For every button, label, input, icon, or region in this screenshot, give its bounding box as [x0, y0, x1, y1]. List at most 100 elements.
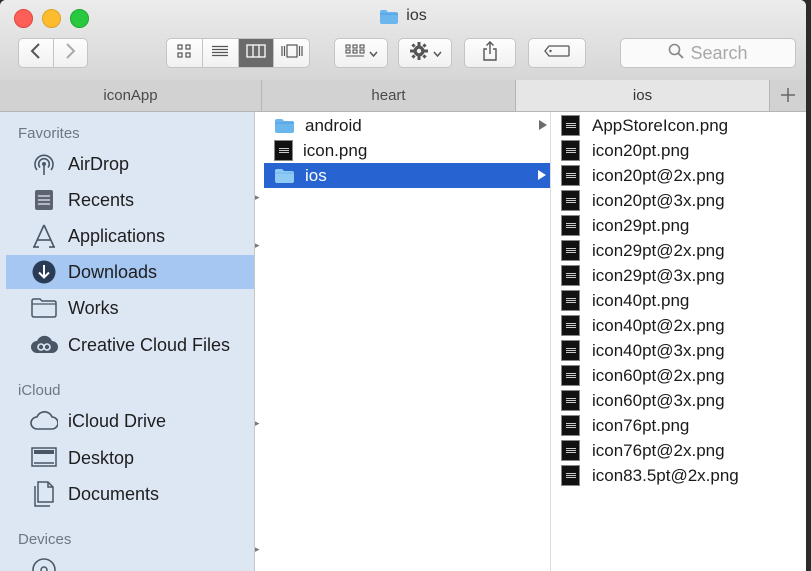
sidebar-item-works[interactable]: Works	[6, 291, 254, 325]
sidebar-item-creative-cloud-files[interactable]: Creative Cloud Files	[6, 328, 254, 362]
arrange-button[interactable]	[334, 38, 388, 68]
image-thumbnail-icon	[561, 265, 580, 286]
column-view-button[interactable]	[238, 39, 275, 67]
sidebar-item-desktop[interactable]: Desktop	[6, 441, 254, 475]
column-resize-handle[interactable]: ▸	[255, 418, 260, 429]
file-name: icon76pt@2x.png	[592, 440, 725, 460]
browser-column-2: AppStoreIcon.png icon20pt.png icon20pt@2…	[551, 112, 806, 571]
file-name: AppStoreIcon.png	[592, 115, 729, 135]
list-item-selected[interactable]: ios	[264, 163, 550, 188]
gallery-view-button[interactable]	[274, 39, 309, 67]
edit-tags-button[interactable]	[528, 38, 586, 68]
window-title: ios	[406, 7, 427, 24]
list-item[interactable]: icon76pt.png	[551, 413, 806, 438]
share-button[interactable]	[464, 38, 516, 68]
image-thumbnail-icon	[561, 340, 580, 361]
sidebar-item-applications[interactable]: Applications	[6, 219, 254, 253]
sidebar-item-airdrop[interactable]: AirDrop	[6, 147, 254, 181]
tab-iconapp[interactable]: iconApp	[0, 80, 262, 111]
tab-label: ios	[632, 87, 653, 104]
gallery-icon	[280, 43, 304, 63]
image-thumbnail-icon	[561, 415, 580, 436]
column-resize-handle[interactable]: ▸	[255, 544, 260, 555]
list-item[interactable]: icon83.5pt@2x.png	[551, 463, 806, 488]
image-thumbnail-icon	[561, 290, 580, 311]
chevron-right-icon	[64, 42, 76, 64]
sidebar-section-devices: Devices	[18, 531, 72, 548]
image-thumbnail-icon	[561, 165, 580, 186]
chevron-down-icon	[368, 44, 378, 62]
sidebar-item-label: Creative Cloud Files	[68, 334, 231, 355]
sidebar-item-device[interactable]	[6, 553, 254, 571]
sidebar-item-downloads[interactable]: Downloads	[6, 255, 254, 289]
sidebar-section-favorites: Favorites	[18, 125, 80, 142]
image-thumbnail-icon	[561, 440, 580, 461]
list-item[interactable]: icon20pt@2x.png	[551, 163, 806, 188]
column-resize-handle[interactable]: ▸	[255, 192, 260, 203]
image-thumbnail-icon	[561, 140, 580, 161]
file-name: ios	[305, 165, 327, 185]
list-item[interactable]: icon40pt.png	[551, 288, 806, 313]
folder-icon	[274, 168, 295, 184]
chevron-down-icon	[432, 44, 442, 62]
folder-icon	[30, 295, 58, 321]
list-item[interactable]: icon.png	[255, 138, 551, 163]
file-name: icon20pt.png	[592, 140, 690, 160]
list-item[interactable]: icon29pt.png	[551, 213, 806, 238]
tab-heart[interactable]: heart	[262, 80, 516, 111]
icon-view-button[interactable]	[167, 39, 203, 67]
plus-icon	[780, 82, 796, 110]
creative-cloud-icon	[30, 332, 58, 358]
list-item[interactable]: icon29pt@2x.png	[551, 238, 806, 263]
sidebar-item-documents[interactable]: Documents	[6, 477, 254, 511]
list-item[interactable]: icon60pt@3x.png	[551, 388, 806, 413]
applications-icon	[30, 223, 58, 249]
disclosure-arrow-icon	[538, 170, 546, 180]
image-thumbnail-icon	[561, 215, 580, 236]
image-thumbnail-icon	[274, 140, 293, 161]
new-tab-button[interactable]	[770, 80, 806, 111]
list-item[interactable]: icon20pt.png	[551, 138, 806, 163]
chevron-left-icon	[30, 42, 42, 64]
recents-icon	[30, 187, 58, 213]
file-name: icon40pt.png	[592, 290, 690, 310]
sidebar-item-label: Recents	[68, 189, 135, 210]
image-thumbnail-icon	[561, 365, 580, 386]
file-name: icon60pt@3x.png	[592, 390, 725, 410]
list-item[interactable]: icon40pt@3x.png	[551, 338, 806, 363]
file-name: icon20pt@3x.png	[592, 190, 725, 210]
gear-icon	[409, 41, 429, 66]
file-name: icon40pt@3x.png	[592, 340, 725, 360]
list-item[interactable]: icon76pt@2x.png	[551, 438, 806, 463]
list-view-button[interactable]	[203, 39, 239, 67]
list-item[interactable]: icon60pt@2x.png	[551, 363, 806, 388]
sidebar-section-icloud: iCloud	[18, 382, 61, 399]
tab-ios[interactable]: ios	[516, 80, 770, 111]
list-item[interactable]: icon20pt@3x.png	[551, 188, 806, 213]
sidebar-item-icloud-drive[interactable]: iCloud Drive	[6, 404, 254, 438]
forward-button[interactable]	[54, 39, 88, 67]
sidebar: Favorites AirDrop Recents Applications D…	[0, 112, 255, 571]
action-button[interactable]	[398, 38, 452, 68]
back-button[interactable]	[19, 39, 54, 67]
image-thumbnail-icon	[561, 190, 580, 211]
file-name: icon.png	[303, 140, 368, 160]
disc-icon	[30, 557, 58, 571]
window-title-area: ios	[0, 7, 806, 29]
arrange-icon	[344, 43, 365, 63]
sidebar-item-recents[interactable]: Recents	[6, 183, 254, 217]
columns-icon	[246, 43, 266, 63]
list-item[interactable]: AppStoreIcon.png	[551, 113, 806, 138]
title-bar: ios Search	[0, 0, 806, 81]
view-mode-control	[166, 38, 310, 68]
list-item[interactable]: icon29pt@3x.png	[551, 263, 806, 288]
search-field[interactable]: Search	[620, 38, 796, 68]
file-name: icon40pt@2x.png	[592, 315, 725, 335]
file-name: icon29pt@3x.png	[592, 265, 725, 285]
list-item[interactable]: android	[255, 113, 551, 138]
image-thumbnail-icon	[561, 315, 580, 336]
file-name: icon20pt@2x.png	[592, 165, 725, 185]
list-item[interactable]: icon40pt@2x.png	[551, 313, 806, 338]
column-resize-handle[interactable]: ▸	[255, 240, 260, 251]
sidebar-item-label: Works	[68, 297, 119, 318]
